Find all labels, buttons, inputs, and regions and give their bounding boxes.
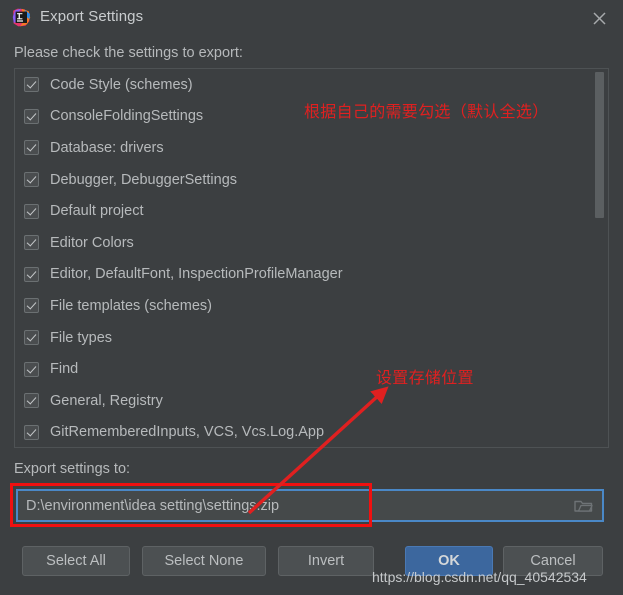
checkbox-icon[interactable] <box>24 77 39 93</box>
list-item[interactable]: Default project <box>15 195 593 227</box>
checkbox-icon[interactable] <box>24 393 39 409</box>
list-item-label: GitRememberedInputs, VCS, Vcs.Log.App <box>50 424 325 441</box>
list-item-label: General, Registry <box>50 392 163 409</box>
list-item-label: File templates (schemes) <box>50 297 212 314</box>
list-item-label: Debugger, DebuggerSettings <box>50 171 238 188</box>
list-item[interactable]: Debugger, DebuggerSettings <box>15 164 593 196</box>
export-path-label: Export settings to: <box>14 461 131 477</box>
list-item[interactable]: File types <box>15 322 593 354</box>
intellij-idea-logo-icon <box>12 8 31 27</box>
list-item[interactable]: File templates (schemes) <box>15 290 593 322</box>
list-item[interactable]: Find <box>15 353 593 385</box>
checkbox-icon[interactable] <box>24 108 39 124</box>
checkbox-icon[interactable] <box>24 330 39 346</box>
list-item-label: Database: drivers <box>50 139 164 156</box>
checkbox-icon[interactable] <box>24 298 39 314</box>
list-item[interactable]: GitRememberedInputs, VCS, Vcs.Log.App <box>15 417 593 447</box>
folder-icon[interactable] <box>564 491 602 520</box>
annotation-highlight-box <box>10 483 372 527</box>
checkbox-icon[interactable] <box>24 235 39 251</box>
checkbox-icon[interactable] <box>24 140 39 156</box>
list-item-label: ConsoleFoldingSettings <box>50 108 204 125</box>
checkbox-icon[interactable] <box>24 172 39 188</box>
checkbox-icon[interactable] <box>24 203 39 219</box>
select-all-button[interactable]: Select All <box>22 546 130 576</box>
checkbox-icon[interactable] <box>24 424 39 440</box>
list-scrollbar-thumb[interactable] <box>595 72 604 218</box>
list-item[interactable]: General, Registry <box>15 385 593 417</box>
list-item[interactable]: Editor, DefaultFont, InspectionProfileMa… <box>15 259 593 291</box>
settings-list[interactable]: Code Style (schemes) ConsoleFoldingSettin… <box>14 68 609 448</box>
list-item[interactable]: Code Style (schemes) <box>15 69 593 101</box>
list-item-label: Find <box>50 361 79 378</box>
page-title: Export Settings <box>40 8 144 25</box>
list-item-label: Code Style (schemes) <box>50 76 193 93</box>
list-scrollbar-track[interactable] <box>595 70 607 447</box>
list-item[interactable]: Database: drivers <box>15 132 593 164</box>
checkbox-icon[interactable] <box>24 266 39 282</box>
settings-list-inner: Code Style (schemes) ConsoleFoldingSettin… <box>15 69 593 447</box>
invert-button[interactable]: Invert <box>278 546 374 576</box>
list-item-label: Editor Colors <box>50 234 134 251</box>
annotation-path-note: 设置存储位置 <box>376 368 474 387</box>
list-item-label: File types <box>50 329 113 346</box>
list-item-label: Editor, DefaultFont, InspectionProfileMa… <box>50 266 343 283</box>
title-bar: Export Settings <box>0 0 623 34</box>
list-item[interactable]: Editor Colors <box>15 227 593 259</box>
annotation-checkbox-note: 根据自己的需要勾选（默认全选） <box>304 102 549 121</box>
list-item-label: Default project <box>50 203 144 220</box>
close-icon[interactable] <box>583 5 615 31</box>
checkbox-icon[interactable] <box>24 361 39 377</box>
watermark-text: https://blog.csdn.net/qq_40542534 <box>372 569 587 585</box>
prompt-label: Please check the settings to export: <box>14 45 243 61</box>
select-none-button[interactable]: Select None <box>142 546 266 576</box>
